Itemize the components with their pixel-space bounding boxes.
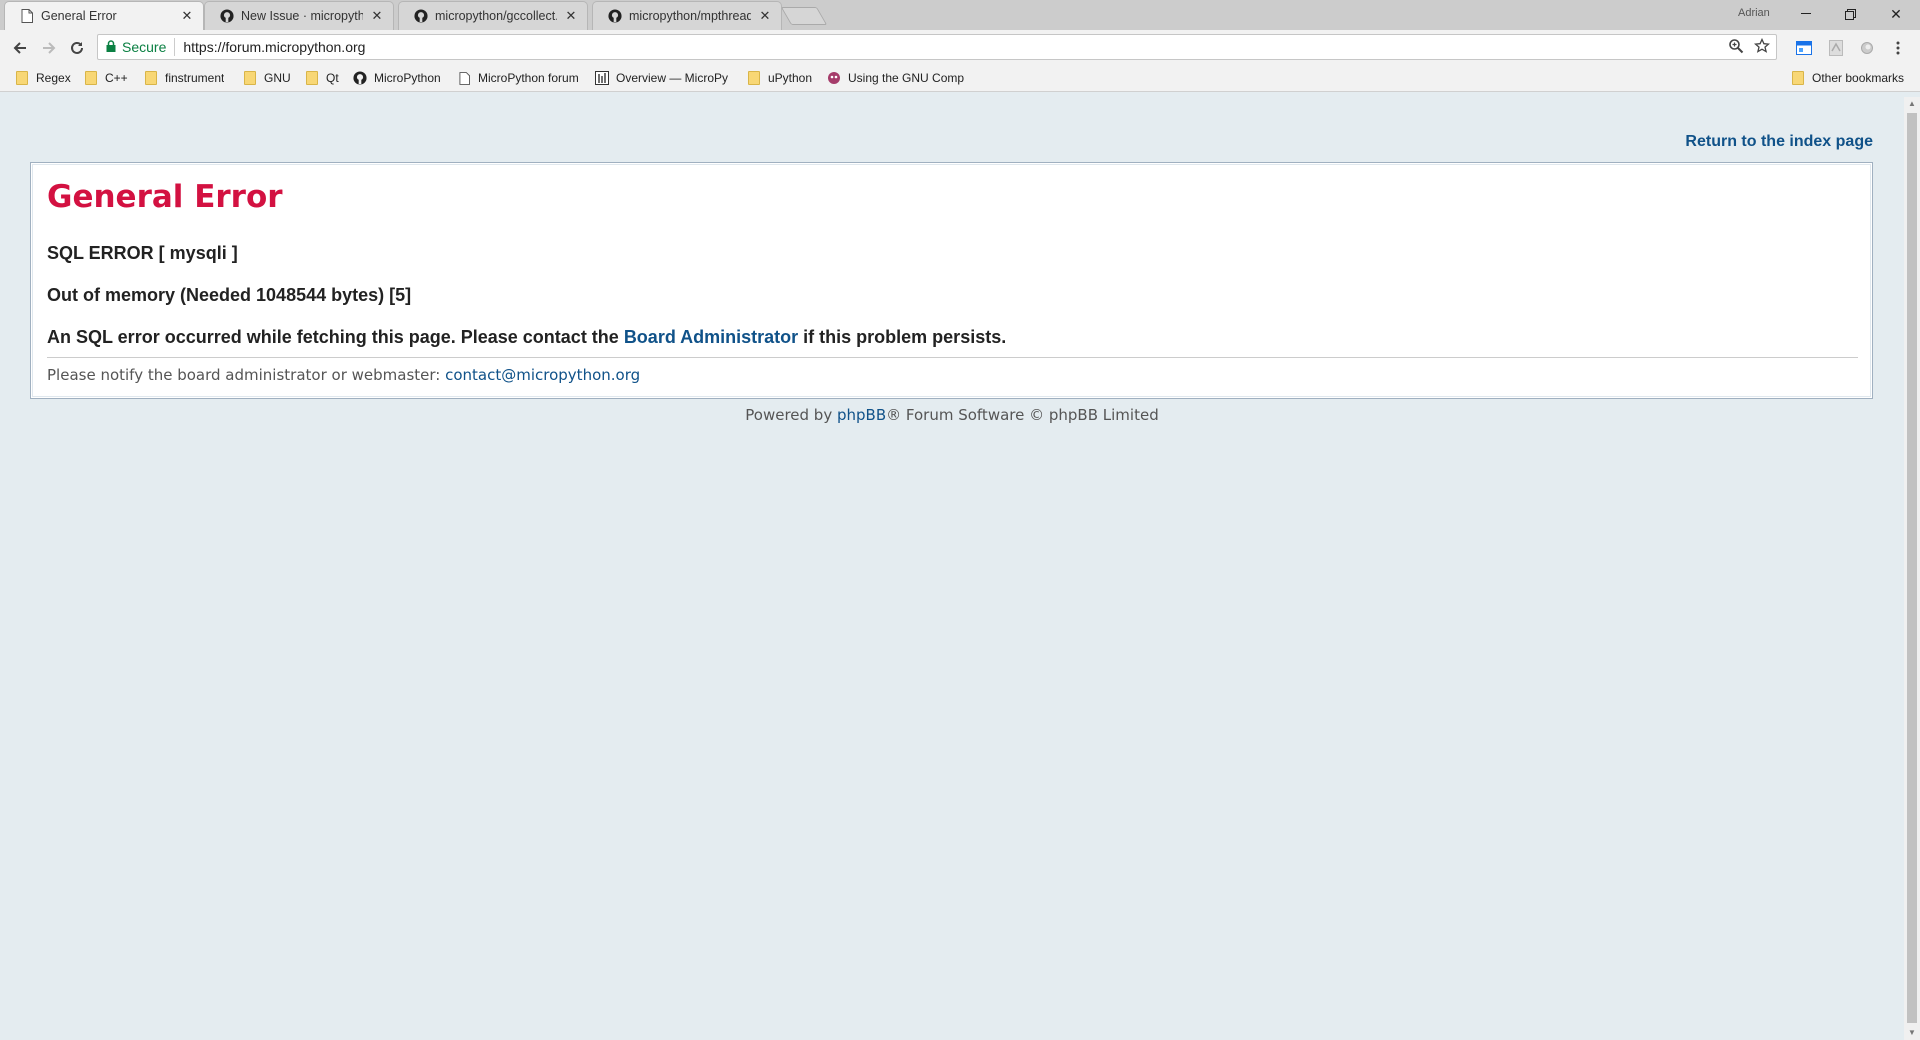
restore-icon[interactable] (1828, 0, 1872, 28)
bookmark-label: Overview — MicroPy (616, 71, 729, 85)
address-bar[interactable]: Secure https://forum.micropython.org (97, 34, 1777, 60)
tab-title: micropython/mpthreadp (629, 9, 751, 23)
page-content: Return to the index page General Error S… (0, 97, 1904, 1040)
board-administrator-link[interactable]: Board Administrator (624, 327, 798, 347)
notify-text: Please notify the board administrator or… (47, 366, 446, 384)
bookmark-label: MicroPython forum (478, 71, 579, 85)
secure-label: Secure (122, 39, 167, 55)
github-icon (607, 8, 623, 24)
extension-circle-icon[interactable] (1857, 38, 1877, 58)
bookmark-label: Qt (326, 71, 339, 85)
bookmark-label: Other bookmarks (1812, 71, 1905, 85)
back-icon[interactable] (9, 37, 31, 59)
notify-line: Please notify the board administrator or… (47, 366, 640, 384)
error-panel: General Error SQL ERROR [ mysqli ] Out o… (30, 162, 1873, 399)
bookmark-regex[interactable]: Regex (14, 68, 71, 88)
url-text[interactable]: https://forum.micropython.org (183, 39, 365, 55)
bookmark-upython[interactable]: uPython (746, 68, 812, 88)
star-icon[interactable] (1753, 37, 1771, 57)
folder-icon (304, 70, 320, 86)
extension-icon[interactable] (1794, 38, 1814, 58)
footer: Powered by phpBB® Forum Software © phpBB… (0, 406, 1904, 424)
scrollbar[interactable]: ▲ ▼ (1904, 97, 1920, 1040)
menu-icon[interactable] (1888, 38, 1908, 58)
close-icon[interactable]: ✕ (179, 8, 195, 24)
profile-name[interactable]: Adrian (1738, 7, 1770, 19)
footer-text-end: ® Forum Software © phpBB Limited (886, 406, 1159, 424)
error-message: An SQL error occurred while fetching thi… (47, 327, 1006, 348)
divider (174, 38, 176, 56)
bookmark-label: C++ (105, 71, 128, 85)
new-tab-button[interactable] (780, 7, 828, 25)
secure-indicator[interactable]: Secure (98, 39, 166, 55)
page-icon (456, 70, 472, 86)
close-icon[interactable]: ✕ (563, 8, 579, 24)
pdf-extension-icon[interactable] (1826, 38, 1846, 58)
bookmark-finstrument[interactable]: finstrument (143, 68, 224, 88)
page-title: General Error (47, 179, 283, 215)
github-icon (219, 8, 235, 24)
scroll-thumb[interactable] (1907, 113, 1917, 1023)
minimize-icon[interactable] (1784, 0, 1828, 28)
contact-email-link[interactable]: contact@micropython.org (445, 366, 640, 384)
bookmark-qt[interactable]: Qt (304, 68, 339, 88)
tab-new-issue[interactable]: New Issue · micropython ✕ (204, 1, 394, 30)
tab-title: micropython/gccollect.c (435, 9, 557, 23)
return-to-index-link[interactable]: Return to the index page (1685, 133, 1873, 151)
bookmark-overview[interactable]: Overview — MicroPy (594, 68, 734, 88)
divider (47, 357, 1858, 358)
zoom-icon[interactable] (1728, 38, 1744, 57)
tab-gccollect[interactable]: micropython/gccollect.c ✕ (398, 1, 588, 30)
close-icon[interactable]: ✕ (757, 8, 773, 24)
folder-icon (14, 70, 30, 86)
folder-icon (242, 70, 258, 86)
github-icon (413, 8, 429, 24)
scroll-up-icon[interactable]: ▲ (1904, 97, 1920, 111)
bookmark-other[interactable]: Other bookmarks (1790, 68, 1904, 88)
sql-error-line: SQL ERROR [ mysqli ] (47, 243, 238, 263)
tab-strip: General Error ✕ New Issue · micropython … (0, 0, 1920, 30)
close-window-icon[interactable]: ✕ (1874, 0, 1918, 28)
lock-icon (106, 39, 116, 55)
footer-text: Powered by (745, 406, 837, 424)
bookmark-gnu-compiler[interactable]: Using the GNU Comp (826, 68, 966, 88)
close-icon[interactable]: ✕ (369, 8, 385, 24)
folder-icon (83, 70, 99, 86)
memory-error-line: Out of memory (Needed 1048544 bytes) [5] (47, 285, 412, 305)
tab-title: New Issue · micropython (241, 9, 363, 23)
folder-icon (143, 70, 159, 86)
bookmark-label: MicroPython (374, 71, 441, 85)
forward-icon[interactable] (38, 37, 60, 59)
bookmark-label: uPython (768, 71, 813, 85)
phpbb-link[interactable]: phpBB (837, 406, 886, 424)
reload-icon[interactable] (66, 37, 88, 59)
bookmark-micropython-forum[interactable]: MicroPython forum (456, 68, 579, 88)
tab-mpthread[interactable]: micropython/mpthreadp ✕ (592, 1, 782, 30)
folder-icon (1790, 70, 1806, 86)
bookmarks-bar: Regex C++ finstrument GNU Qt MicroPython… (0, 64, 1920, 92)
bookmark-gnu[interactable]: GNU (242, 68, 291, 88)
gnu-icon (826, 70, 842, 86)
bookmark-label: Using the GNU Comp (848, 71, 965, 85)
tab-general-error[interactable]: General Error ✕ (4, 1, 204, 30)
error-message-text-end: if this problem persists. (798, 327, 1007, 347)
folder-icon (746, 70, 762, 86)
scroll-down-icon[interactable]: ▼ (1904, 1026, 1920, 1040)
error-message-text: An SQL error occurred while fetching thi… (47, 327, 624, 347)
page-icon (19, 8, 35, 24)
chart-icon (594, 70, 610, 86)
bookmark-label: Regex (36, 71, 71, 85)
bookmark-micropython[interactable]: MicroPython (352, 68, 441, 88)
github-icon (352, 70, 368, 86)
bookmark-cpp[interactable]: C++ (83, 68, 128, 88)
bookmark-label: GNU (264, 71, 291, 85)
tab-title: General Error (41, 9, 117, 23)
bookmark-label: finstrument (165, 71, 225, 85)
